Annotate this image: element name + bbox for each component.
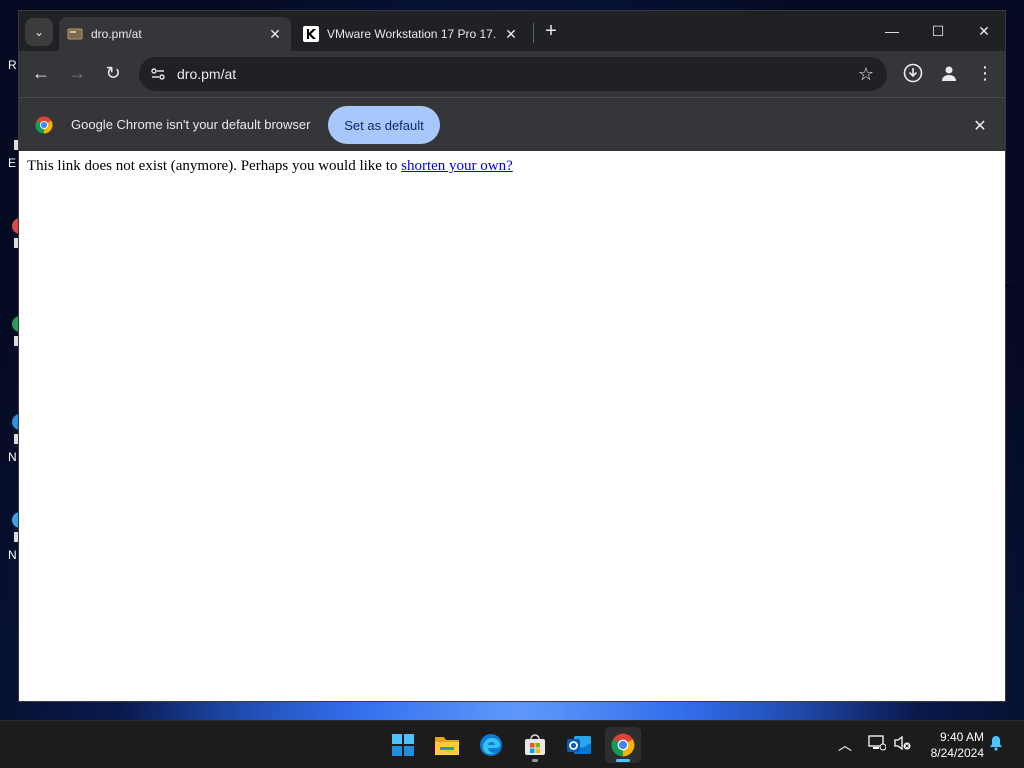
show-hidden-icons-chevron-icon[interactable]: ︿ <box>838 735 852 755</box>
running-indicator <box>532 759 538 762</box>
desktop-icon-label[interactable]: R <box>8 58 17 72</box>
active-indicator <box>616 759 630 762</box>
clock-time: 9:40 AM <box>939 730 984 744</box>
desktop-icon-label[interactable]: N <box>8 548 17 562</box>
page-favicon-icon <box>67 26 83 42</box>
desktop-icons-strip: R E N N <box>0 0 20 720</box>
tab-dro-pm[interactable]: dro.pm/at ✕ <box>59 17 291 51</box>
start-button[interactable] <box>385 727 421 763</box>
store-button[interactable] <box>517 727 553 763</box>
browser-toolbar: ← → ↻ dro.pm/at ☆ ⋮ <box>19 51 1005 97</box>
chrome-icon <box>611 733 635 757</box>
desktop-icon-label[interactable]: E <box>8 156 16 170</box>
default-browser-infobar: Google Chrome isn't your default browser… <box>19 97 1005 151</box>
start-icon <box>392 734 414 756</box>
profile-icon <box>942 66 956 81</box>
chrome-logo-icon <box>35 116 53 134</box>
tab-title: VMware Workstation 17 Pro 17. <box>327 27 497 41</box>
desktop-icon-label[interactable]: N <box>8 450 17 464</box>
set-as-default-button[interactable]: Set as default <box>328 106 440 144</box>
downloads-button[interactable] <box>899 59 927 87</box>
menu-button[interactable]: ⋮ <box>971 59 999 87</box>
k-favicon-icon <box>303 26 319 42</box>
clock-date: 8/24/2024 <box>930 746 984 760</box>
chevron-down-icon: ⌄ <box>33 25 45 39</box>
taskbar-clock[interactable]: 9:40 AM 8/24/2024 <box>920 729 984 761</box>
bookmark-star-icon[interactable]: ☆ <box>851 59 881 89</box>
edge-button[interactable] <box>473 727 509 763</box>
profile-button[interactable] <box>935 59 963 87</box>
url-text[interactable]: dro.pm/at <box>177 66 851 82</box>
tab-vmware[interactable]: VMware Workstation 17 Pro 17. ✕ <box>295 17 527 51</box>
browser-window: ⌄ dro.pm/at ✕ VMware Workstation 17 Pro … <box>18 10 1006 702</box>
page-message: This link does not exist (anymore). Perh… <box>27 158 402 174</box>
tab-strip: ⌄ dro.pm/at ✕ VMware Workstation 17 Pro … <box>19 11 1005 51</box>
reload-button[interactable]: ↻ <box>99 59 127 87</box>
new-tab-button[interactable]: + <box>539 19 563 43</box>
infobar-message: Google Chrome isn't your default browser <box>71 117 311 132</box>
maximize-button[interactable]: ☐ <box>915 17 961 45</box>
file-explorer-icon <box>435 737 459 755</box>
chrome-taskbar-button[interactable] <box>605 727 641 763</box>
forward-button[interactable]: → <box>63 59 91 87</box>
tab-search-button[interactable]: ⌄ <box>25 18 53 46</box>
close-tab-icon[interactable]: ✕ <box>265 24 285 44</box>
back-button[interactable]: ← <box>27 59 55 87</box>
outlook-icon <box>567 736 591 754</box>
address-bar[interactable]: dro.pm/at ☆ <box>139 57 887 91</box>
volume-muted-icon[interactable] <box>894 735 912 754</box>
site-info-icon[interactable] <box>143 59 173 89</box>
tab-title: dro.pm/at <box>91 27 142 41</box>
file-explorer-button[interactable] <box>429 727 465 763</box>
close-tab-icon[interactable]: ✕ <box>501 24 521 44</box>
shorten-link[interactable]: shorten your own? <box>401 158 513 174</box>
store-icon <box>525 734 545 755</box>
page-content: This link does not exist (anymore). Perh… <box>19 151 1005 701</box>
notification-bell-icon[interactable] <box>988 735 1004 754</box>
outlook-button[interactable] <box>561 727 597 763</box>
download-icon <box>903 63 923 83</box>
tab-separator <box>533 23 534 43</box>
more-vert-icon: ⋮ <box>976 62 994 83</box>
edge-icon <box>480 734 502 756</box>
minimize-button[interactable]: — <box>869 17 915 45</box>
close-window-button[interactable]: ✕ <box>961 17 1007 45</box>
network-icon[interactable] <box>868 735 887 754</box>
infobar-close-icon[interactable]: ✕ <box>969 115 991 137</box>
taskbar: ︿ 9:40 AM 8/24/2024 <box>0 720 1024 768</box>
resize-cursor-icon: ⇔ <box>1002 276 1016 292</box>
